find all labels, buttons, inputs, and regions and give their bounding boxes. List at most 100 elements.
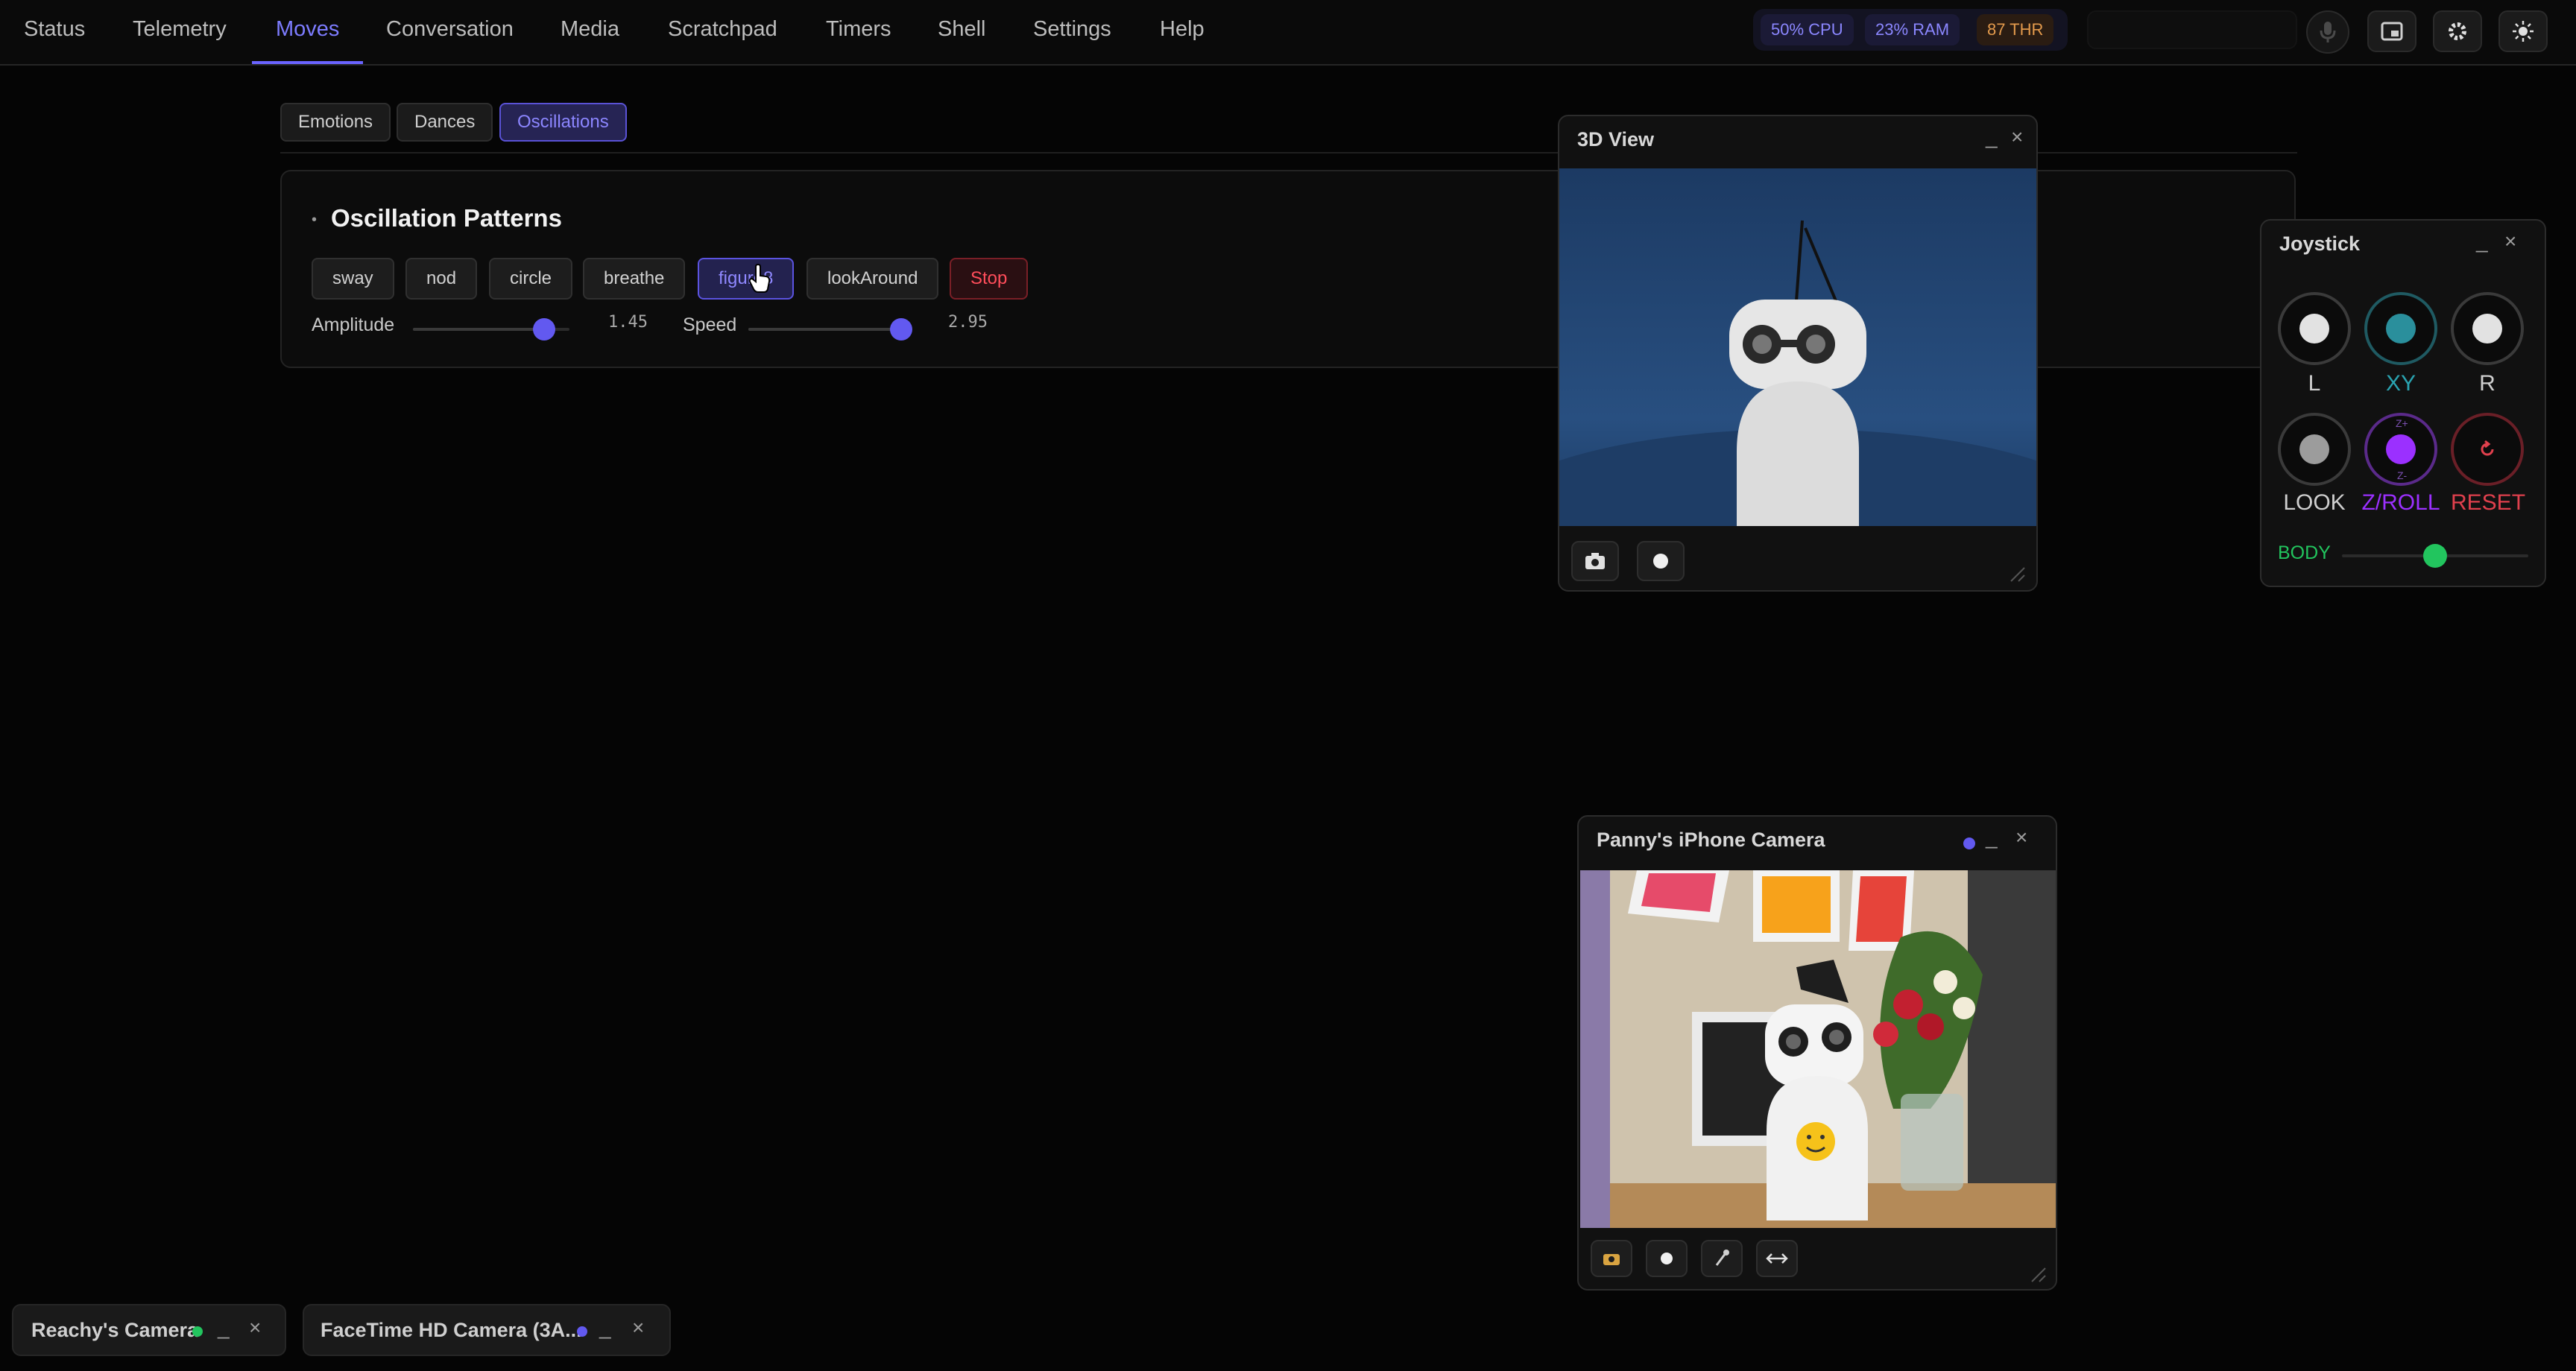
reset-label: RESET	[2451, 490, 2526, 515]
joystick-xy[interactable]	[2364, 292, 2437, 365]
top-nav-bar: Status Telemetry Moves Conversation Medi…	[0, 0, 2576, 66]
gear-icon	[2449, 22, 2466, 40]
phone-camera-window: Panny's iPhone Camera _ ×	[1577, 815, 2057, 1291]
close-button[interactable]: ×	[632, 1316, 644, 1340]
joystick-look-thumb[interactable]	[2299, 434, 2329, 464]
pattern-breathe-button[interactable]: breathe	[583, 258, 686, 300]
pattern-nod-button[interactable]: nod	[405, 258, 478, 300]
hand-cursor-icon	[748, 264, 771, 293]
3d-view-title: 3D View	[1577, 128, 1655, 151]
speed-slider-handle[interactable]	[890, 318, 912, 341]
snapshot-button[interactable]	[1591, 1240, 1632, 1277]
joystick-left[interactable]	[2278, 292, 2351, 365]
close-button[interactable]: ×	[2011, 125, 2023, 149]
tab-status[interactable]: Status	[0, 0, 109, 64]
microphone-button[interactable]	[1701, 1240, 1743, 1277]
pattern-sway-button[interactable]: sway	[312, 258, 394, 300]
mic-button[interactable]	[2306, 10, 2349, 54]
amplitude-value: 1.45	[608, 313, 648, 332]
tab-conversation[interactable]: Conversation	[362, 0, 537, 64]
settings-button[interactable]	[2433, 10, 2482, 52]
joystick-right[interactable]	[2451, 292, 2524, 365]
joystick-window: Joystick _ × L XY R Z+ Z- LOOK Z/ROLL RE…	[2260, 219, 2546, 587]
amplitude-slider-handle[interactable]	[533, 318, 556, 341]
record-button[interactable]	[1646, 1240, 1688, 1277]
speed-fill	[748, 328, 909, 331]
tab-timers[interactable]: Timers	[802, 0, 915, 64]
subtab-oscillations[interactable]: Oscillations	[499, 103, 627, 142]
joystick-xy-label: XY	[2385, 371, 2416, 396]
tab-media[interactable]: Media	[537, 0, 643, 64]
body-slider-handle[interactable]	[2423, 544, 2447, 568]
joystick-zroll-thumb[interactable]	[2386, 434, 2416, 464]
joystick-left-label: L	[2308, 371, 2321, 396]
close-button[interactable]: ×	[2504, 229, 2516, 253]
joystick-right-thumb[interactable]	[2472, 314, 2502, 343]
tab-settings[interactable]: Settings	[1009, 0, 1135, 64]
tab-scratchpad[interactable]: Scratchpad	[644, 0, 801, 64]
picture-in-picture-icon	[2381, 22, 2403, 41]
resize-handle-icon[interactable]	[2008, 565, 2027, 584]
pattern-figure8-button[interactable]: figure8	[698, 258, 795, 300]
minimize-button[interactable]: _	[2476, 229, 2488, 253]
reset-button[interactable]	[2451, 413, 2524, 486]
joystick-look[interactable]	[2278, 413, 2351, 486]
speed-slider[interactable]	[748, 318, 912, 341]
cpu-stat: 50% CPU	[1761, 14, 1854, 45]
phone-camera-title: Panny's iPhone Camera	[1597, 829, 1825, 851]
sun-icon	[2513, 21, 2534, 42]
panel-title: Oscillation Patterns	[331, 204, 562, 232]
amplitude-slider[interactable]	[413, 318, 569, 341]
status-dot	[577, 1326, 587, 1337]
panel-bullet: •	[312, 212, 318, 228]
subtab-emotions[interactable]: Emotions	[280, 103, 391, 142]
tab-telemetry[interactable]: Telemetry	[109, 0, 250, 64]
joystick-left-thumb[interactable]	[2299, 314, 2329, 343]
picture-in-picture-button[interactable]	[2367, 10, 2416, 52]
joystick-zroll[interactable]: Z+ Z-	[2364, 413, 2437, 486]
robot-3d-render	[1559, 220, 2036, 590]
camera-feed[interactable]	[1580, 870, 2056, 1228]
microphone-icon	[2320, 22, 2336, 42]
search-input[interactable]	[2087, 10, 2297, 49]
tab-help[interactable]: Help	[1136, 0, 1228, 64]
speed-value: 2.95	[948, 313, 988, 332]
subtab-dances[interactable]: Dances	[397, 103, 493, 142]
docked-reachy-camera[interactable]: Reachy's Camera _ ×	[12, 1304, 286, 1356]
docked-facetime-camera[interactable]: FaceTime HD Camera (3A... _ ×	[303, 1304, 671, 1356]
amplitude-fill	[413, 328, 545, 331]
close-button[interactable]: ×	[2015, 826, 2027, 849]
close-button[interactable]: ×	[249, 1316, 261, 1340]
body-slider[interactable]	[2342, 544, 2528, 568]
camera-icon	[1603, 1254, 1620, 1265]
tab-shell[interactable]: Shell	[914, 0, 1010, 64]
minimize-button[interactable]: _	[599, 1316, 611, 1340]
record-button[interactable]	[1637, 541, 1685, 581]
stop-button[interactable]: Stop	[950, 258, 1029, 300]
3d-view-window: 3D View _ ×	[1558, 115, 2038, 592]
camera-icon	[1585, 553, 1605, 569]
record-dot-icon	[1653, 554, 1668, 569]
thr-stat: 87 THR	[1977, 14, 2054, 45]
ram-stat: 23% RAM	[1865, 14, 1960, 45]
speed-label: Speed	[683, 314, 737, 335]
resize-handle-icon[interactable]	[2029, 1265, 2048, 1285]
minimize-button[interactable]: _	[1986, 826, 1998, 849]
3d-scene-viewport[interactable]	[1559, 168, 2036, 590]
amplitude-label: Amplitude	[312, 314, 395, 335]
theme-toggle-button[interactable]	[2498, 10, 2548, 52]
minimize-button[interactable]: _	[1986, 125, 1998, 149]
record-dot-icon	[1661, 1253, 1673, 1264]
microphone-icon	[1715, 1250, 1729, 1266]
joystick-xy-thumb[interactable]	[2386, 314, 2416, 343]
flip-button[interactable]	[1756, 1240, 1798, 1277]
pattern-circle-button[interactable]: circle	[489, 258, 573, 300]
live-indicator-dot	[1963, 838, 1975, 849]
joystick-look-label: LOOK	[2283, 490, 2346, 515]
minimize-button[interactable]: _	[218, 1316, 230, 1340]
tab-moves[interactable]: Moves	[252, 0, 364, 64]
z-minus-label: Z-	[2397, 469, 2408, 481]
horizontal-arrows-icon	[1766, 1253, 1788, 1264]
pattern-lookaround-button[interactable]: lookAround	[806, 258, 939, 300]
snapshot-button[interactable]	[1571, 541, 1619, 581]
